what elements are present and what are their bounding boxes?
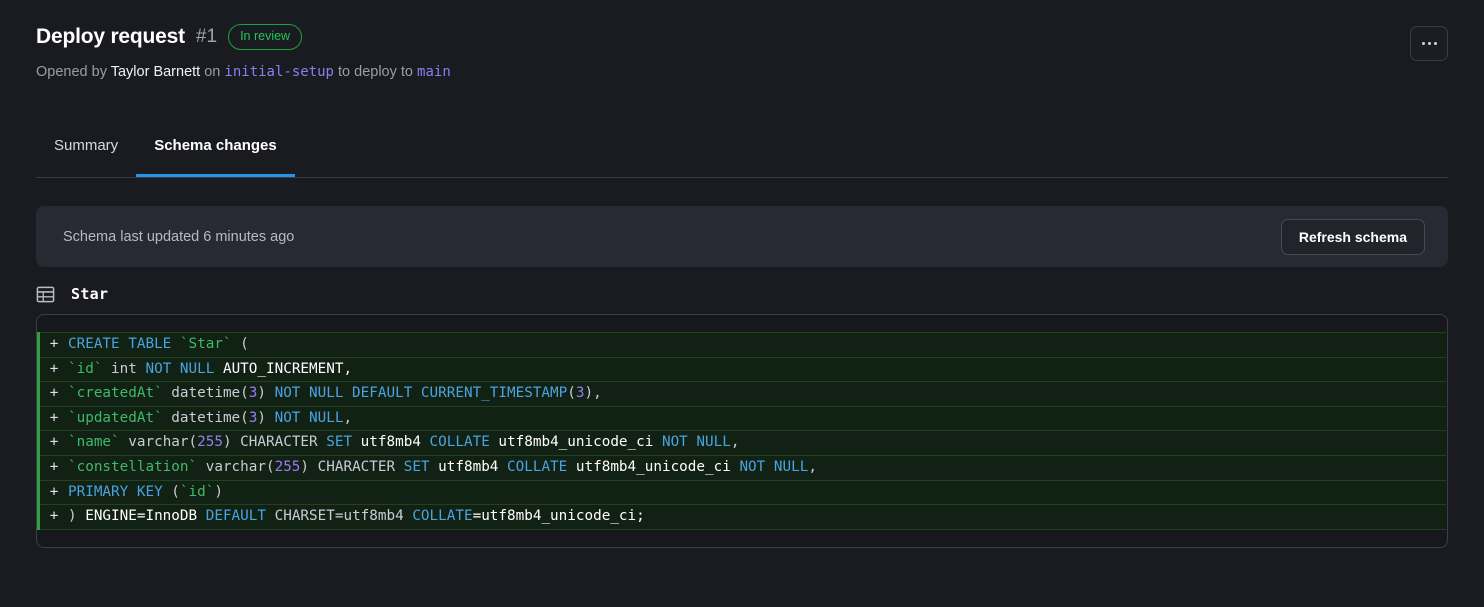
diff-line-code: `name` varchar(255) CHARACTER SET utf8mb… — [68, 434, 740, 451]
diff-added-marker: + — [49, 360, 59, 377]
diff-line-code: PRIMARY KEY (`id`) — [68, 483, 223, 500]
target-branch-link[interactable]: main — [417, 64, 451, 80]
diff-added-marker: + — [49, 483, 59, 500]
table-heading: Star — [36, 282, 108, 306]
ellipsis-icon — [1433, 42, 1437, 45]
table-icon — [36, 286, 55, 302]
diff-line-code: `updatedAt` datetime(3) NOT NULL, — [68, 409, 353, 426]
diff-line: + CREATE TABLE `Star` ( — [37, 332, 1446, 358]
diff-bottom-padding — [37, 530, 1447, 547]
diff-line: + ) ENGINE=InnoDB DEFAULT CHARSET=utf8mb4… — [37, 504, 1446, 530]
title-row: Deploy request #1 In review — [36, 22, 1448, 52]
page-title: Deploy request — [36, 25, 185, 48]
diff-added-marker: + — [49, 458, 59, 475]
diff-added-marker: + — [49, 409, 59, 426]
more-options-button[interactable] — [1410, 26, 1448, 61]
diff-added-marker: + — [49, 385, 59, 402]
diff-line: + `createdAt` datetime(3) NOT NULL DEFAUL… — [37, 381, 1446, 407]
deploy-to-label: to deploy to — [338, 64, 413, 80]
diff-added-marker: + — [49, 434, 59, 451]
diff-line-code: ) ENGINE=InnoDB DEFAULT CHARSET=utf8mb4 … — [68, 508, 645, 525]
diff-top-padding — [37, 315, 1447, 333]
tab-summary[interactable]: Summary — [36, 130, 136, 177]
refresh-schema-button[interactable]: Refresh schema — [1280, 218, 1425, 255]
tab-schema-changes[interactable]: Schema changes — [136, 130, 295, 177]
opened-by-label: Opened by — [36, 64, 107, 80]
request-subtitle: Opened by Taylor Barnett on initial-setu… — [36, 62, 1448, 82]
diff-line: + PRIMARY KEY (`id`) — [37, 479, 1446, 506]
schema-status-bar: Schema last updated 6 minutes ago Refres… — [36, 206, 1448, 267]
author-link[interactable]: Taylor Barnett — [111, 64, 200, 80]
table-name: Star — [71, 285, 109, 303]
diff-line-code: `createdAt` datetime(3) NOT NULL DEFAULT… — [68, 385, 602, 402]
on-label: on — [204, 64, 221, 80]
diff-line-code: CREATE TABLE `Star` ( — [68, 336, 249, 352]
ellipsis-icon — [1427, 42, 1431, 45]
page-header: Deploy request #1 In review Opened by Ta… — [36, 22, 1448, 82]
diff-added-marker: + — [49, 508, 59, 525]
source-branch-link[interactable]: initial-setup — [224, 64, 334, 80]
diff-line: + `constellation` varchar(255) CHARACTER … — [37, 454, 1446, 481]
schema-last-updated-text: Schema last updated 6 minutes ago — [63, 228, 295, 245]
diff-line: + `updatedAt` datetime(3) NOT NULL, — [37, 405, 1446, 432]
diff-line-code: `constellation` varchar(255) CHARACTER S… — [68, 458, 817, 475]
schema-diff-box: + CREATE TABLE `Star` ( + `id` int NOT NULL… — [36, 314, 1448, 548]
diff-line: + `name` varchar(255) CHARACTER SET utf8m… — [37, 430, 1446, 456]
diff-line-list: + CREATE TABLE `Star` ( + `id` int NOT NULL… — [37, 332, 1447, 530]
request-number: #1 — [195, 26, 218, 47]
deploy-request-page: Deploy request #1 In review Opened by Ta… — [0, 0, 1484, 607]
diff-line-code: `id` int NOT NULL AUTO_INCREMENT, — [68, 360, 353, 377]
diff-line: + `id` int NOT NULL AUTO_INCREMENT, — [37, 356, 1446, 383]
ellipsis-icon — [1421, 42, 1425, 45]
tab-bar: Summary Schema changes — [36, 130, 1448, 178]
diff-added-marker: + — [49, 336, 59, 352]
status-badge: In review — [228, 24, 303, 50]
